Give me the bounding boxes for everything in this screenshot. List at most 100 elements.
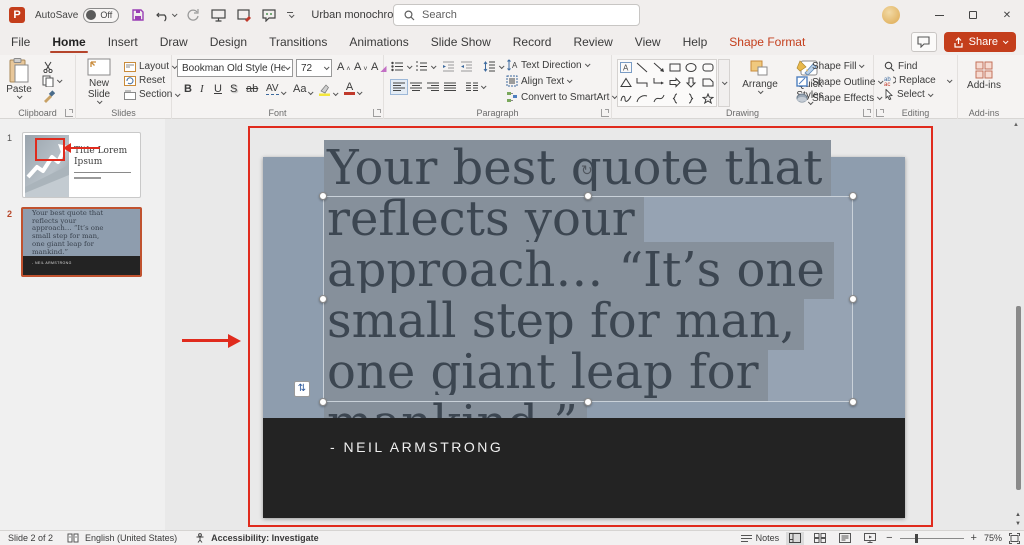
font-family-select[interactable]: Bookman Old Style (Heading bbox=[177, 59, 293, 77]
right-brace-shape-icon[interactable] bbox=[687, 93, 695, 104]
convert-smartart-button[interactable]: Convert to SmartArt bbox=[506, 91, 616, 103]
tab-file[interactable]: File bbox=[0, 31, 41, 54]
share-button[interactable]: Share bbox=[944, 32, 1016, 52]
copy-button[interactable] bbox=[42, 75, 61, 87]
next-slide-button[interactable]: ▼ bbox=[1015, 521, 1021, 527]
right-arrow-shape-icon[interactable] bbox=[669, 77, 681, 88]
zoom-level[interactable]: 75% bbox=[984, 533, 1002, 543]
layout-button[interactable]: Layout bbox=[124, 61, 176, 72]
align-text-button[interactable]: Align Text bbox=[506, 75, 571, 87]
undo-button[interactable] bbox=[156, 9, 176, 22]
bold-button[interactable]: B bbox=[184, 83, 192, 95]
tab-transitions[interactable]: Transitions bbox=[258, 31, 338, 54]
shapes-gallery[interactable]: A bbox=[617, 59, 717, 107]
new-slide-button[interactable]: New Slide bbox=[82, 58, 116, 104]
replace-button[interactable]: abac Replace bbox=[884, 75, 951, 86]
grow-font-button[interactable]: A˄ bbox=[337, 61, 350, 73]
clipboard-dialog-launcher[interactable] bbox=[65, 109, 73, 117]
slide2-thumbnail-selected[interactable]: Your best quote that reflects your appro… bbox=[21, 207, 142, 277]
shapes-gallery-more-button[interactable] bbox=[718, 59, 730, 107]
comment-qat-button[interactable] bbox=[262, 9, 276, 22]
text-shadow-button[interactable]: S bbox=[230, 83, 237, 95]
zoom-out-button[interactable]: − bbox=[886, 532, 892, 544]
spellcheck-icon[interactable] bbox=[67, 533, 79, 543]
paragraph-dialog-launcher[interactable] bbox=[601, 109, 609, 117]
tab-view[interactable]: View bbox=[624, 31, 672, 54]
find-button[interactable]: Find bbox=[884, 61, 917, 72]
tab-slide-show[interactable]: Slide Show bbox=[420, 31, 502, 54]
star-shape-icon[interactable] bbox=[702, 93, 714, 104]
elbow-arrow-connector-icon[interactable] bbox=[653, 77, 665, 88]
italic-button[interactable]: I bbox=[200, 83, 204, 95]
tab-help[interactable]: Help bbox=[672, 31, 719, 54]
slide-indicator[interactable]: Slide 2 of 2 bbox=[8, 533, 53, 543]
language-indicator[interactable]: English (United States) bbox=[85, 533, 177, 543]
qat-overflow-icon[interactable] bbox=[287, 12, 293, 18]
redo-button[interactable] bbox=[187, 9, 200, 22]
previous-slide-button[interactable]: ▲ bbox=[1015, 512, 1021, 518]
arc-shape-icon[interactable] bbox=[636, 93, 648, 104]
scribble-shape-icon[interactable] bbox=[620, 93, 632, 104]
slide-sorter-view-button[interactable] bbox=[811, 532, 829, 545]
line-spacing-button[interactable] bbox=[483, 61, 503, 72]
zoom-in-button[interactable]: + bbox=[971, 532, 977, 544]
format-painter-button[interactable] bbox=[42, 90, 55, 103]
tab-animations[interactable]: Animations bbox=[338, 31, 419, 54]
shape-fill[interactable]: Shape Fill bbox=[796, 60, 863, 72]
bullets-button[interactable] bbox=[391, 61, 411, 72]
font-dialog-launcher[interactable] bbox=[373, 109, 381, 117]
tab-draw[interactable]: Draw bbox=[149, 31, 199, 54]
zoom-slider[interactable] bbox=[900, 538, 964, 539]
fit-slide-icon[interactable] bbox=[1009, 533, 1020, 544]
line-shape-icon[interactable] bbox=[636, 62, 648, 73]
zoom-slider-knob[interactable] bbox=[915, 534, 918, 543]
columns-button[interactable] bbox=[466, 82, 485, 92]
strikethrough-button[interactable]: ab bbox=[246, 83, 258, 95]
autosave-switch[interactable]: Off bbox=[83, 8, 119, 23]
comments-button[interactable] bbox=[911, 32, 937, 52]
save-button[interactable] bbox=[131, 8, 145, 22]
increase-indent-button[interactable] bbox=[460, 61, 473, 72]
paste-button[interactable]: Paste bbox=[4, 58, 34, 99]
undo-dropdown-icon[interactable] bbox=[172, 11, 178, 17]
align-center-button[interactable] bbox=[410, 82, 422, 92]
tab-design[interactable]: Design bbox=[199, 31, 258, 54]
highlight-color-button[interactable] bbox=[318, 83, 337, 96]
arrow-shape-icon[interactable] bbox=[653, 62, 665, 73]
editing-dialog-launcher[interactable] bbox=[876, 109, 884, 117]
minimize-button[interactable] bbox=[922, 0, 956, 30]
rectangle-shape-icon[interactable] bbox=[669, 62, 681, 73]
reading-view-button[interactable] bbox=[836, 532, 854, 545]
font-color-button[interactable]: A bbox=[344, 83, 361, 95]
rounded-rectangle-shape-icon[interactable] bbox=[702, 62, 714, 73]
addins-button[interactable]: Add-ins bbox=[965, 60, 1003, 91]
close-button[interactable]: ✕ bbox=[990, 0, 1024, 30]
select-button[interactable]: Select bbox=[884, 89, 932, 100]
autosave-toggle[interactable]: AutoSave Off bbox=[35, 8, 119, 23]
reset-button[interactable]: Reset bbox=[124, 75, 165, 86]
snip-corner-shape-icon[interactable] bbox=[702, 77, 714, 88]
decrease-indent-button[interactable] bbox=[442, 61, 455, 72]
shape-effects[interactable]: Shape Effects bbox=[796, 92, 881, 104]
shape-outline[interactable]: Shape Outline bbox=[796, 76, 882, 88]
vertical-scrollbar[interactable] bbox=[1016, 306, 1021, 490]
slideshow-view-button[interactable] bbox=[861, 532, 879, 545]
accessibility-status[interactable]: Accessibility: Investigate bbox=[211, 533, 319, 543]
normal-view-button[interactable] bbox=[786, 532, 804, 545]
underline-button[interactable]: U bbox=[214, 83, 222, 95]
change-case-button[interactable]: Aa bbox=[293, 83, 312, 95]
tab-insert[interactable]: Insert bbox=[97, 31, 149, 54]
scroll-up-icon[interactable]: ▲ bbox=[1013, 122, 1019, 128]
tab-review[interactable]: Review bbox=[562, 31, 623, 54]
tab-home[interactable]: Home bbox=[41, 31, 96, 54]
start-slideshow-button[interactable] bbox=[211, 9, 226, 22]
down-arrow-shape-icon[interactable] bbox=[685, 77, 697, 88]
cut-button[interactable] bbox=[42, 61, 54, 73]
search-input[interactable]: Search bbox=[393, 4, 640, 26]
justify-button[interactable] bbox=[444, 82, 456, 92]
elbow-connector-icon[interactable] bbox=[636, 77, 648, 88]
align-left-button[interactable] bbox=[391, 80, 407, 94]
character-spacing-button[interactable]: AV bbox=[266, 83, 285, 95]
align-right-button[interactable] bbox=[427, 82, 439, 92]
triangle-shape-icon[interactable] bbox=[620, 77, 632, 88]
